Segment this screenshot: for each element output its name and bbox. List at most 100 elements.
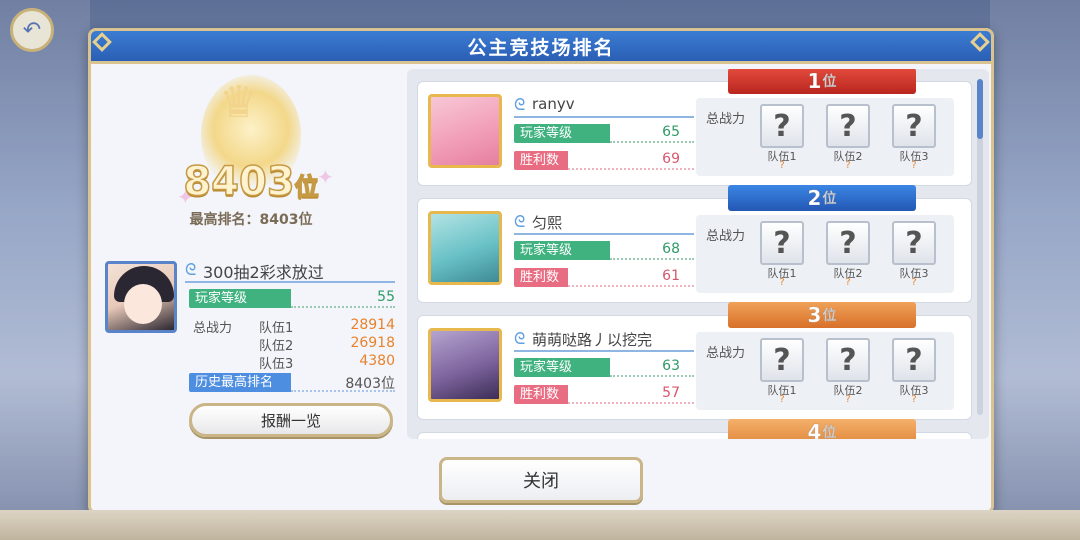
player-name-row: ᘓ 300抽2彩求放过 — [185, 259, 395, 283]
ranking-card-2[interactable]: ᘓ 匀熙 玩家等级 68 胜利数 61 总战力 ? 队伍1 ? ? 队伍2 ? … — [417, 185, 972, 303]
swirl-icon: ᘓ — [514, 95, 526, 114]
player-avatar — [428, 211, 502, 285]
team3-hidden-power: ? — [911, 277, 917, 288]
wins-value: 69 — [662, 151, 680, 167]
rank-unit: 位 — [822, 425, 837, 439]
team-power-box: 总战力 ? 队伍1 ? ? 队伍2 ? ? 队伍3 ? — [696, 98, 954, 176]
team2-hidden-power: ? — [845, 394, 851, 405]
wins-value: 61 — [662, 268, 680, 284]
player-name-row: ᘓ 匀熙 — [514, 211, 694, 235]
ranking-card-3[interactable]: ᘓ 萌萌哒路丿以挖完 玩家等级 63 胜利数 57 总战力 ? 队伍1 ? ? … — [417, 302, 972, 420]
team2-hidden-power: ? — [845, 160, 851, 171]
rewards-list-button[interactable]: 报酬一览 — [189, 403, 393, 437]
player-level-value: 63 — [662, 358, 680, 374]
arena-ranking-modal: 公主竞技场排名 ♛ ✦ ✦ 8403位 最高排名：8403位 ᘓ 300抽2彩求… — [88, 28, 994, 514]
player-avatar — [428, 328, 502, 402]
current-rank: 8403位 — [141, 158, 361, 206]
question-mark-icon[interactable]: ? — [760, 104, 804, 148]
player-level-label: 玩家等级 — [514, 124, 610, 143]
player-name-row: ᘓ ranyv — [514, 94, 694, 118]
total-power-label: 总战力 — [706, 112, 746, 127]
rank-unit: 位 — [822, 191, 837, 208]
ornament-icon — [92, 32, 112, 52]
swirl-icon: ᘓ — [185, 260, 197, 279]
rank-ribbon: 2位 — [728, 185, 916, 211]
rank-number: 3 — [807, 303, 822, 328]
player-avatar — [428, 94, 502, 168]
team-power-box: 总战力 ? 队伍1 ? ? 队伍2 ? ? 队伍3 ? — [696, 215, 954, 293]
wins-label: 胜利数 — [514, 385, 568, 404]
player-name: ranyv — [532, 95, 575, 113]
team1-hidden-power: ? — [779, 394, 785, 405]
total-power-label: 总战力 — [706, 229, 746, 244]
current-rank-value: 8403 — [183, 158, 296, 206]
team1-label: 队伍1 — [259, 321, 294, 336]
team2-power: 26918 — [350, 335, 395, 351]
team3-hidden-power: ? — [911, 394, 917, 405]
back-arrow-icon: ↶ — [22, 17, 42, 43]
bottom-nav-bar — [0, 510, 1080, 540]
question-mark-icon[interactable]: ? — [760, 338, 804, 382]
total-power-label: 总战力 — [193, 321, 233, 336]
player-avatar — [105, 261, 177, 333]
team1-hidden-power: ? — [779, 277, 785, 288]
player-level-label: 玩家等级 — [514, 358, 610, 377]
question-mark-icon[interactable]: ? — [826, 104, 870, 148]
player-name-row: ᘓ 萌萌哒路丿以挖完 — [514, 328, 694, 352]
wins-value: 57 — [662, 385, 680, 401]
modal-title: 公主竞技场排名 — [467, 36, 615, 59]
team3-hidden-power: ? — [911, 160, 917, 171]
team2-label: 队伍2 — [259, 339, 294, 354]
team3-power: 4380 — [359, 353, 395, 369]
rank-emblem: ♛ ✦ ✦ 8403位 最高排名：8403位 — [141, 75, 361, 261]
scroll-thumb[interactable] — [977, 79, 983, 139]
list-scrollbar[interactable] — [977, 79, 983, 415]
team1-hidden-power: ? — [779, 160, 785, 171]
team2-hidden-power: ? — [845, 277, 851, 288]
player-name: 匀熙 — [532, 214, 563, 232]
rank-number: 1 — [807, 69, 822, 93]
ranking-card-1[interactable]: ᘓ ranyv 玩家等级 65 胜利数 69 总战力 ? 队伍1 ? ? 队伍2… — [417, 69, 972, 186]
rank-ribbon: 1位 — [728, 69, 916, 94]
avatar-face — [124, 284, 162, 324]
background-pillar — [990, 0, 1080, 540]
team3-label: 队伍3 — [259, 357, 294, 372]
player-level-value: 55 — [377, 289, 395, 305]
swirl-icon: ᘓ — [514, 212, 526, 231]
close-button[interactable]: 关闭 — [439, 457, 643, 503]
team1-power: 28914 — [350, 317, 395, 333]
current-rank-unit: 位 — [294, 172, 320, 202]
player-level-value: 68 — [662, 241, 680, 257]
rank-ribbon: 4位 — [728, 419, 916, 439]
rank-number: 4 — [807, 420, 822, 439]
swirl-icon: ᘓ — [514, 329, 526, 348]
player-name: 300抽2彩求放过 — [203, 263, 324, 282]
question-mark-icon[interactable]: ? — [892, 338, 936, 382]
background-pillar — [0, 0, 90, 540]
ranking-card-4[interactable]: 4位 — [417, 419, 972, 439]
question-mark-icon[interactable]: ? — [892, 221, 936, 265]
ornament-icon — [970, 32, 990, 52]
heart-crown-icon: ♛ — [219, 77, 259, 128]
question-mark-icon[interactable]: ? — [892, 104, 936, 148]
rank-number: 2 — [807, 186, 822, 211]
ranking-list[interactable]: ᘓ ranyv 玩家等级 65 胜利数 69 总战力 ? 队伍1 ? ? 队伍2… — [407, 69, 989, 439]
player-level-value: 65 — [662, 124, 680, 140]
history-best-label: 历史最高排名 — [189, 373, 291, 392]
question-mark-icon[interactable]: ? — [760, 221, 804, 265]
player-name: 萌萌哒路丿以挖完 — [532, 331, 653, 349]
total-power-label: 总战力 — [706, 346, 746, 361]
wins-label: 胜利数 — [514, 151, 568, 170]
rank-ribbon: 3位 — [728, 302, 916, 328]
player-level-label: 玩家等级 — [189, 289, 291, 308]
question-mark-icon[interactable]: ? — [826, 221, 870, 265]
player-level-label: 玩家等级 — [514, 241, 610, 260]
question-mark-icon[interactable]: ? — [826, 338, 870, 382]
team-power-box: 总战力 ? 队伍1 ? ? 队伍2 ? ? 队伍3 ? — [696, 332, 954, 410]
rank-unit: 位 — [822, 74, 837, 91]
back-button[interactable]: ↶ — [10, 8, 54, 52]
best-rank: 最高排名：8403位 — [189, 212, 313, 228]
rank-unit: 位 — [822, 308, 837, 325]
wins-label: 胜利数 — [514, 268, 568, 287]
modal-header: 公主竞技场排名 — [88, 28, 994, 64]
